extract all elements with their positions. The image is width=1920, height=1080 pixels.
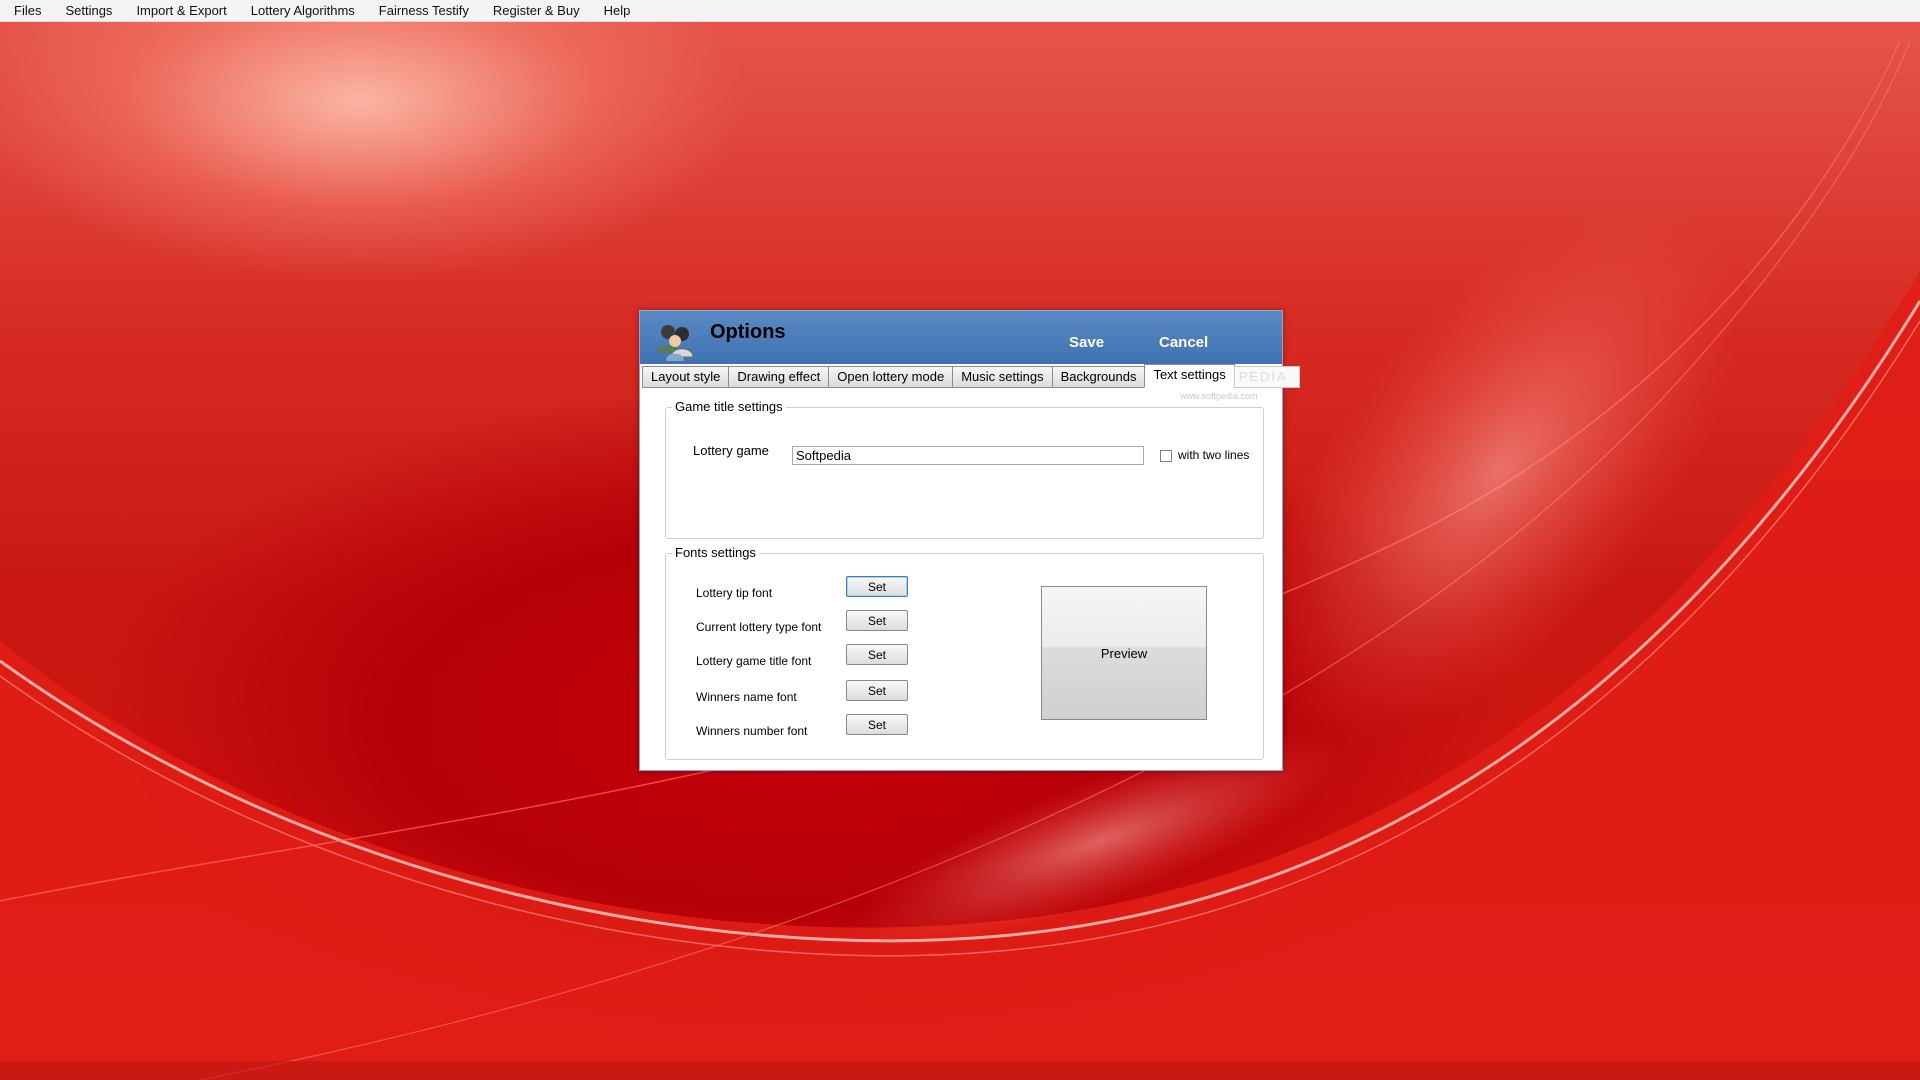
two-lines-checkbox[interactable] <box>1160 450 1172 462</box>
tab-open-lottery-mode[interactable]: Open lottery mode <box>828 366 954 388</box>
preview-button[interactable]: Preview <box>1041 586 1207 720</box>
menu-register-buy[interactable]: Register & Buy <box>479 0 590 21</box>
tab-backgrounds[interactable]: Backgrounds <box>1051 366 1146 388</box>
font-row-label: Lottery game title font <box>696 654 812 668</box>
font-row-label: Lottery tip font <box>696 586 773 600</box>
tab-text-settings[interactable]: Text settings <box>1144 364 1235 388</box>
set-current-lottery-type-font-button[interactable]: Set <box>846 610 908 631</box>
menu-help[interactable]: Help <box>590 0 641 21</box>
cancel-button[interactable]: Cancel <box>1159 334 1208 351</box>
set-winners-number-font-button[interactable]: Set <box>846 714 908 735</box>
two-lines-label: with two lines <box>1178 448 1250 462</box>
tab-ghost: PEDIA <box>1233 366 1300 388</box>
users-icon <box>657 325 694 361</box>
save-button[interactable]: Save <box>1069 334 1104 351</box>
fonts-settings-group: Fonts settings Lottery tip font Set Curr… <box>665 545 1264 760</box>
lottery-game-input[interactable] <box>792 446 1144 465</box>
group-legend: Game title settings <box>672 399 786 414</box>
menu-settings[interactable]: Settings <box>51 0 122 21</box>
watermark: www.softpedia.com <box>1180 391 1258 401</box>
tab-strip: Layout style Drawing effect Open lottery… <box>642 364 1300 388</box>
menu-import-export[interactable]: Import & Export <box>122 0 236 21</box>
menu-files[interactable]: Files <box>0 0 51 21</box>
set-lottery-tip-font-button[interactable]: Set <box>846 576 908 597</box>
game-title-settings-group: Game title settings Lottery game with tw… <box>665 399 1264 539</box>
tab-drawing-effect[interactable]: Drawing effect <box>728 366 830 388</box>
options-dialog: Options Save Cancel Layout style Drawing… <box>639 310 1300 771</box>
tab-layout-style[interactable]: Layout style <box>642 366 730 388</box>
tab-music-settings[interactable]: Music settings <box>952 366 1053 388</box>
lottery-game-label: Lottery game <box>693 443 769 458</box>
font-row-label: Current lottery type font <box>696 620 822 634</box>
font-row-label: Winners number font <box>696 724 808 738</box>
dialog-title: Options <box>710 321 786 343</box>
dialog-header: Options Save Cancel <box>640 311 1282 364</box>
set-lottery-game-title-font-button[interactable]: Set <box>846 644 908 665</box>
font-row-label: Winners name font <box>696 690 797 704</box>
menu-bar: Files Settings Import & Export Lottery A… <box>0 0 1920 22</box>
menu-lottery-algorithms[interactable]: Lottery Algorithms <box>237 0 365 21</box>
menu-fairness-testify[interactable]: Fairness Testify <box>365 0 479 21</box>
set-winners-name-font-button[interactable]: Set <box>846 680 908 701</box>
group-legend: Fonts settings <box>672 545 759 560</box>
